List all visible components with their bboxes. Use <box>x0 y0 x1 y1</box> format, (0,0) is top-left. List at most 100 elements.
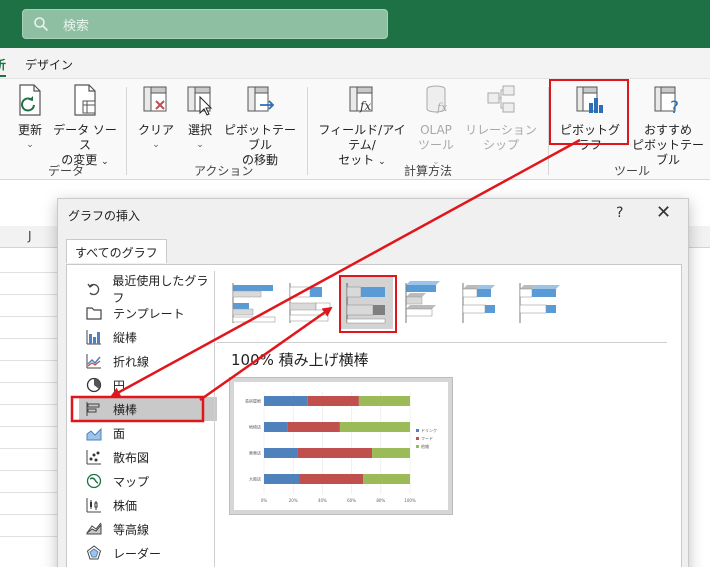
fields-items-icon: fx <box>346 83 378 117</box>
help-button[interactable]: ? <box>616 205 623 221</box>
fields-items-label-2: セット <box>338 153 375 167</box>
insert-chart-dialog: グラフの挿入 ? ✕ すべてのグラフ 最近使用したグラフ テンプレート 縦棒折れ線円… <box>57 198 689 567</box>
chart-category-radar-chart[interactable]: レーダー <box>79 541 217 565</box>
x-tick-label: 40% <box>318 498 327 503</box>
pie-chart-icon <box>85 376 103 394</box>
chart-category-stock-chart[interactable]: 株価 <box>79 493 217 517</box>
olap-tools-button[interactable]: fx OLAP ツール ⌄ <box>416 83 456 170</box>
tab-design[interactable]: デザイン <box>25 56 73 73</box>
chart-category-pie-chart[interactable]: 円 <box>79 373 217 397</box>
chart-category-label: 面 <box>113 426 126 441</box>
grid-line <box>0 536 60 537</box>
chart-category-map[interactable]: マップ <box>79 469 217 493</box>
change-data-source-label-1: データ ソース <box>53 123 117 152</box>
chart-category-folder[interactable]: テンプレート <box>79 301 217 325</box>
chart-category-list: 最近使用したグラフ テンプレート 縦棒折れ線円横棒面散布図マップ株価 等高線レーダー <box>79 274 217 565</box>
category-label: 東東店 <box>249 450 261 456</box>
chart-category-recent[interactable]: 最近使用したグラフ <box>79 274 217 305</box>
category-label: 長房屋根 <box>245 398 261 404</box>
recent-icon <box>85 280 102 298</box>
area-chart-icon <box>85 424 103 442</box>
chart-category-scatter-chart[interactable]: 散布図 <box>79 445 217 469</box>
legend-label: ドリンク <box>421 427 437 433</box>
bar-segment <box>358 396 410 406</box>
svg-text:?: ? <box>670 98 679 117</box>
grid-line <box>0 448 60 449</box>
grid-line <box>0 470 60 471</box>
recommended-pivottables-button[interactable]: ? おすすめ ピボットテーブル <box>628 83 708 168</box>
relationships-button[interactable]: リレーションシップ <box>460 83 542 153</box>
grid-line <box>0 316 60 317</box>
clear-icon <box>140 83 172 117</box>
stacked-bar-subtype[interactable] <box>284 277 336 329</box>
bar-segment <box>264 422 288 432</box>
tab-all-charts[interactable]: すべてのグラフ <box>66 239 167 263</box>
clustered-bar-subtype[interactable] <box>227 277 279 329</box>
search-box[interactable]: 検索 <box>22 9 388 39</box>
title-bar: 検索 <box>0 0 710 48</box>
column-chart-icon <box>85 328 103 346</box>
chart-category-column-chart[interactable]: 縦棒 <box>79 325 217 349</box>
x-tick-label: 100% <box>404 498 416 503</box>
3d-stacked-bar-subtype[interactable] <box>455 277 507 329</box>
group-separator <box>307 87 308 175</box>
dialog-panel: 最近使用したグラフ テンプレート 縦棒折れ線円横棒面散布図マップ株価 等高線レーダー <box>66 264 682 567</box>
change-data-source-button[interactable]: データ ソース の変更 ⌄ <box>52 83 118 170</box>
group-label-data: データ <box>48 164 85 178</box>
grid-line <box>0 272 60 273</box>
panel-separator <box>214 271 215 567</box>
olap-label-1: OLAP <box>420 123 452 137</box>
bar-segment <box>372 448 410 458</box>
refresh-button[interactable]: 更新 ⌄ <box>12 83 48 153</box>
surface-chart-icon <box>85 520 103 538</box>
bar-segment <box>264 396 308 406</box>
select-label: 選択 <box>187 123 212 137</box>
search-placeholder: 検索 <box>63 18 90 34</box>
chart-category-label: マップ <box>113 474 150 489</box>
chart-preview[interactable]: 0% 20% 40% 60% 80% 100% 長房屋根 地崎店 東東店 大阪店 ドリンク フード 他雑 <box>229 377 453 515</box>
chart-category-label: レーダー <box>113 546 162 561</box>
recommended-label-1: おすすめ <box>643 123 692 137</box>
relationships-label: リレーションシップ <box>465 123 537 152</box>
legend-swatch <box>416 437 419 440</box>
fields-items-sets-button[interactable]: fx フィールド/アイテム/ セット ⌄ <box>314 83 410 170</box>
chart-category-line-chart[interactable]: 折れ線 <box>79 349 217 373</box>
chevron-down-icon: ⌄ <box>26 140 34 150</box>
x-tick-label: 60% <box>347 498 356 503</box>
category-label: 地崎店 <box>249 424 261 430</box>
bar-segment <box>287 422 340 432</box>
dialog-title: グラフの挿入 <box>68 209 141 223</box>
legend-swatch <box>416 445 419 448</box>
x-tick-label: 80% <box>376 498 385 503</box>
chart-category-label: 縦棒 <box>113 330 138 345</box>
bar-segment <box>339 422 410 432</box>
chart-category-label: 散布図 <box>113 450 150 465</box>
column-j-header[interactable]: J <box>28 229 32 243</box>
scatter-chart-icon <box>85 448 103 466</box>
select-button[interactable]: 選択 ⌄ <box>182 83 218 153</box>
bar-segment <box>299 474 364 484</box>
chart-category-area-chart[interactable]: 面 <box>79 421 217 445</box>
clear-button[interactable]: クリア ⌄ <box>138 83 174 153</box>
move-pivottable-icon <box>244 83 276 117</box>
x-tick-label: 20% <box>289 498 298 503</box>
chart-category-bar-chart[interactable]: 横棒 <box>79 397 217 421</box>
group-label-actions: アクション <box>194 164 254 178</box>
map-icon <box>85 472 103 490</box>
move-pivottable-button[interactable]: ピボットテーブル の移動 <box>222 83 298 168</box>
chart-category-label: 横棒 <box>113 402 138 417</box>
line-chart-icon <box>85 352 103 370</box>
excel-window: 検索 析 デザイン 更新 ⌄ データ ソース の変更 ⌄ データ クリア ⌄ 選… <box>0 0 710 567</box>
bar-segment <box>363 474 410 484</box>
ribbon-tabs: 析 デザイン <box>0 48 710 78</box>
grid-line <box>0 360 60 361</box>
bar-segment <box>264 448 298 458</box>
chart-category-surface-chart[interactable]: 等高線 <box>79 517 217 541</box>
grid-line <box>0 404 60 405</box>
ribbon: 更新 ⌄ データ ソース の変更 ⌄ データ クリア ⌄ 選択 ⌄ ピボットテー… <box>0 78 710 180</box>
tab-analyze[interactable]: 析 <box>0 56 7 77</box>
3d-clustered-bar-subtype[interactable] <box>398 277 450 329</box>
close-button[interactable]: ✕ <box>656 202 671 223</box>
chart-category-label: テンプレート <box>113 306 185 321</box>
3d-percent-stacked-bar-subtype[interactable] <box>512 277 564 329</box>
